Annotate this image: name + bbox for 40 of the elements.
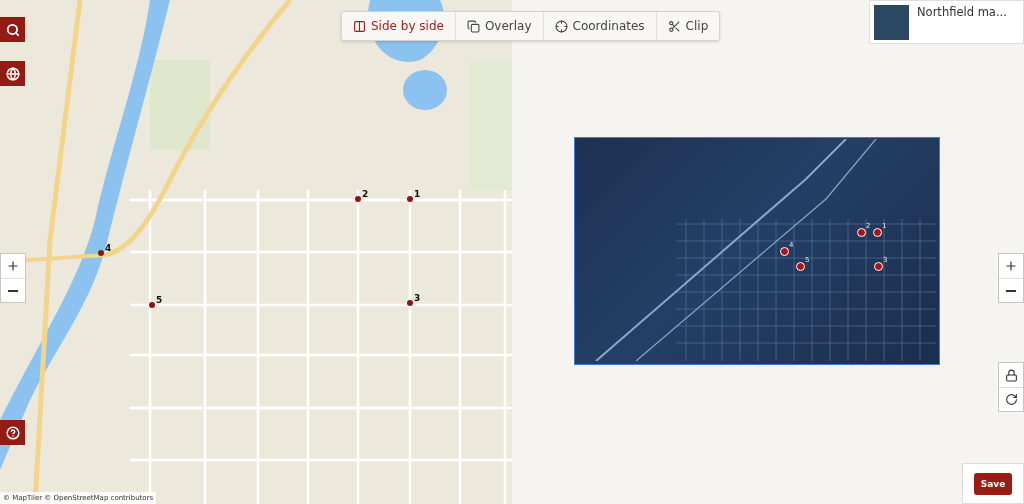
lake [403, 70, 447, 110]
control-point-label: 2 [362, 189, 369, 199]
rotate-icon [1004, 393, 1018, 406]
minus-icon [8, 289, 18, 292]
search-icon [5, 22, 20, 37]
control-point-label: 5 [156, 295, 163, 305]
columns-icon [353, 19, 366, 33]
image-thumbnail-card[interactable]: Northfield ma... [869, 0, 1024, 44]
control-point-marker[interactable] [857, 228, 866, 237]
control-point-label: 4 [105, 243, 112, 253]
control-point-marker[interactable] [355, 196, 361, 202]
control-point-marker[interactable] [796, 262, 805, 271]
control-point-marker[interactable] [780, 247, 789, 256]
view-tab[interactable]: Clip [655, 12, 720, 40]
scissors-icon [667, 19, 681, 33]
view-tab[interactable]: Side by side [342, 12, 455, 40]
view-tab[interactable]: Coordinates [542, 12, 656, 40]
control-point-marker[interactable] [149, 302, 155, 308]
plus-icon [6, 259, 20, 273]
control-point-marker[interactable] [873, 228, 882, 237]
globe-icon [5, 66, 20, 81]
thumbnail-placeholder [874, 5, 909, 40]
help-button[interactable] [0, 420, 25, 445]
image-title: Northfield ma... [917, 5, 1007, 21]
control-point-marker[interactable] [874, 262, 883, 271]
save-button[interactable]: Save [974, 472, 1012, 495]
lock-icon [1004, 368, 1018, 382]
control-point-label: 1 [414, 189, 421, 199]
help-icon [5, 425, 20, 440]
search-button[interactable] [0, 17, 25, 42]
control-point-marker[interactable] [407, 196, 413, 202]
minus-icon [1006, 289, 1016, 292]
view-tab[interactable]: Overlay [454, 12, 543, 40]
layers-icon [466, 19, 480, 33]
control-point-marker[interactable] [98, 250, 104, 256]
control-point-label: 3 [414, 293, 421, 303]
globe-button[interactable] [0, 61, 25, 86]
crosshair-icon [554, 19, 568, 33]
plus-icon [1004, 259, 1018, 273]
control-point-marker[interactable] [407, 300, 413, 306]
